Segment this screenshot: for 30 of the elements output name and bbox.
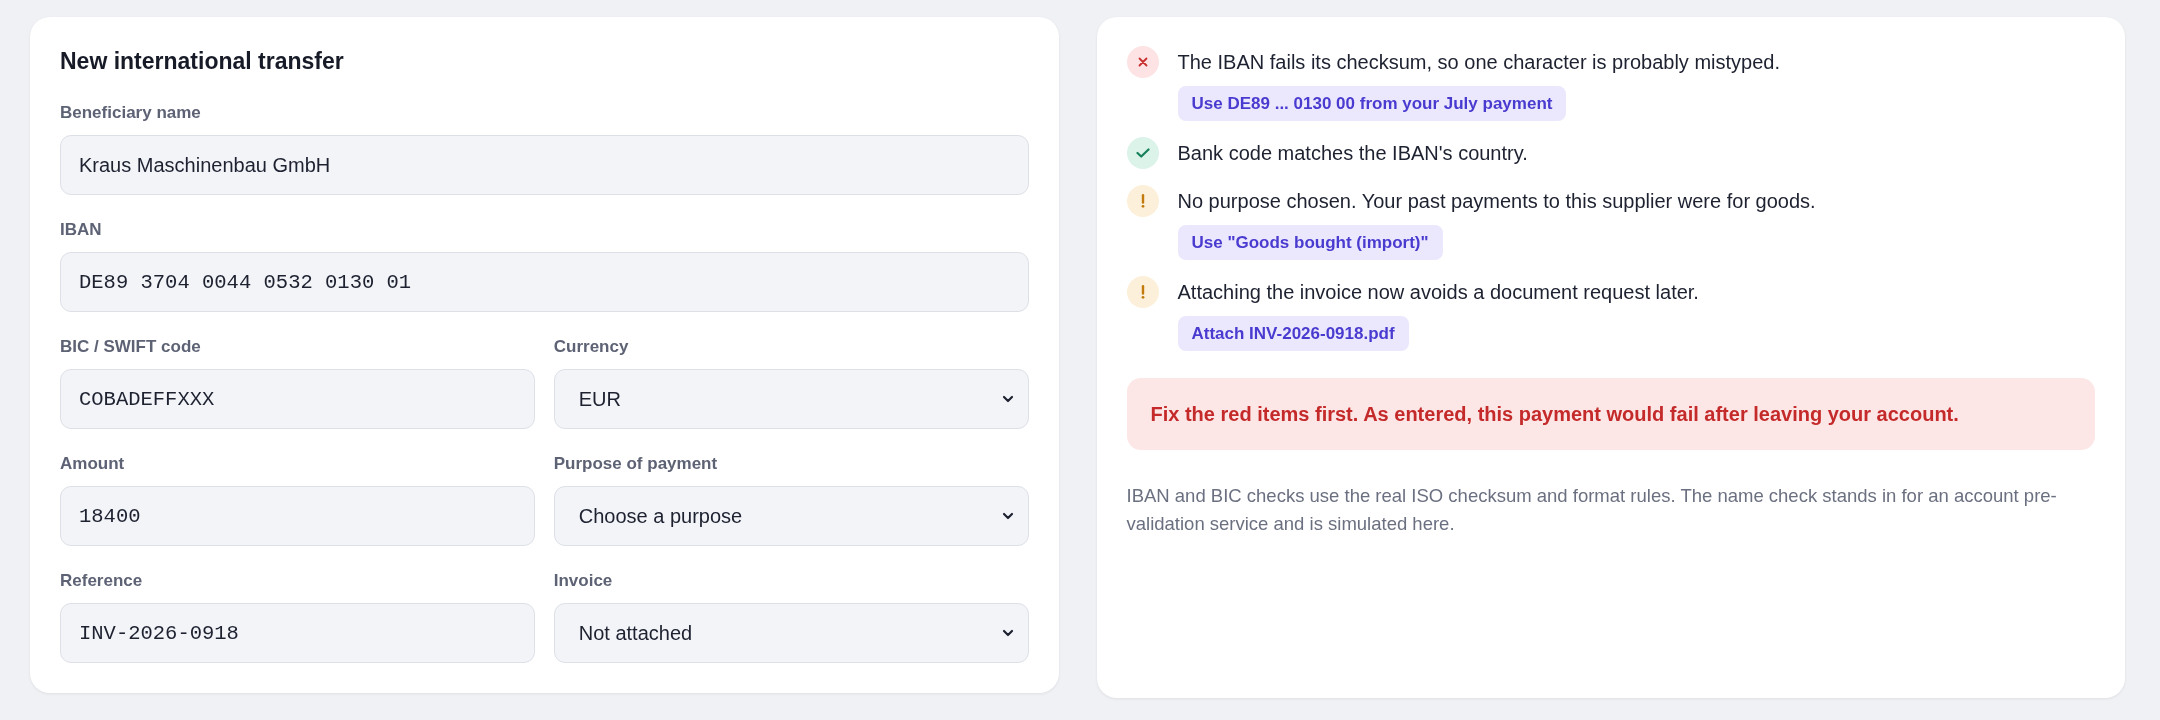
error-alert: Fix the red items first. As entered, this payment would fail after leaving your account. xyxy=(1126,378,2095,450)
field-label: IBAN xyxy=(60,219,103,241)
text-input[interactable]: INV-2026-0918 xyxy=(60,603,535,663)
exclamation-icon xyxy=(1126,185,1159,217)
cross-icon xyxy=(1126,46,1159,78)
field-label: Currency xyxy=(553,336,630,358)
text-input[interactable]: 18400 xyxy=(60,486,535,546)
field-label: Beneficiary name xyxy=(60,102,202,124)
exclamation-icon xyxy=(1126,276,1159,308)
field-label: Amount xyxy=(60,453,126,475)
check-message: The IBAN fails its checksum, so one character is probably mistyped. xyxy=(1177,50,1780,75)
text-input[interactable]: COBADEFFXXX xyxy=(60,369,535,429)
suggestion-button[interactable]: Attach INV-2026-0918.pdf xyxy=(1177,316,1409,351)
field-label: Invoice xyxy=(553,570,614,592)
text-input[interactable]: DE89 3704 0044 0532 0130 01 xyxy=(60,252,1029,312)
footnote-text: IBAN and BIC checks use the real ISO checksum and format rules. The name check stands in for an account pre-validation service and is simulated here. xyxy=(1126,484,2058,536)
form-title: New international transfer xyxy=(60,47,345,75)
suggestion-button[interactable]: Use "Goods bought (import)" xyxy=(1177,225,1443,260)
text-input[interactable]: Kraus Maschinenbau GmbH xyxy=(60,135,1029,195)
field-label: Purpose of payment xyxy=(553,453,719,475)
suggestion-button[interactable]: Use DE89 ... 0130 00 from your July payment xyxy=(1177,86,1567,121)
check-message: Attaching the invoice now avoids a document request later. xyxy=(1177,280,1699,305)
dropdown-select[interactable]: EUR xyxy=(553,369,1029,429)
field-label: BIC / SWIFT code xyxy=(60,336,202,358)
check-message: Bank code matches the IBAN's country. xyxy=(1177,141,1528,166)
dropdown-select[interactable]: Choose a purpose xyxy=(553,486,1029,546)
field-label: Reference xyxy=(60,570,144,592)
dropdown-select[interactable]: Not attached xyxy=(553,603,1029,663)
check-icon xyxy=(1126,137,1159,169)
check-message: No purpose chosen. Your past payments to this supplier were for goods. xyxy=(1177,189,1816,214)
